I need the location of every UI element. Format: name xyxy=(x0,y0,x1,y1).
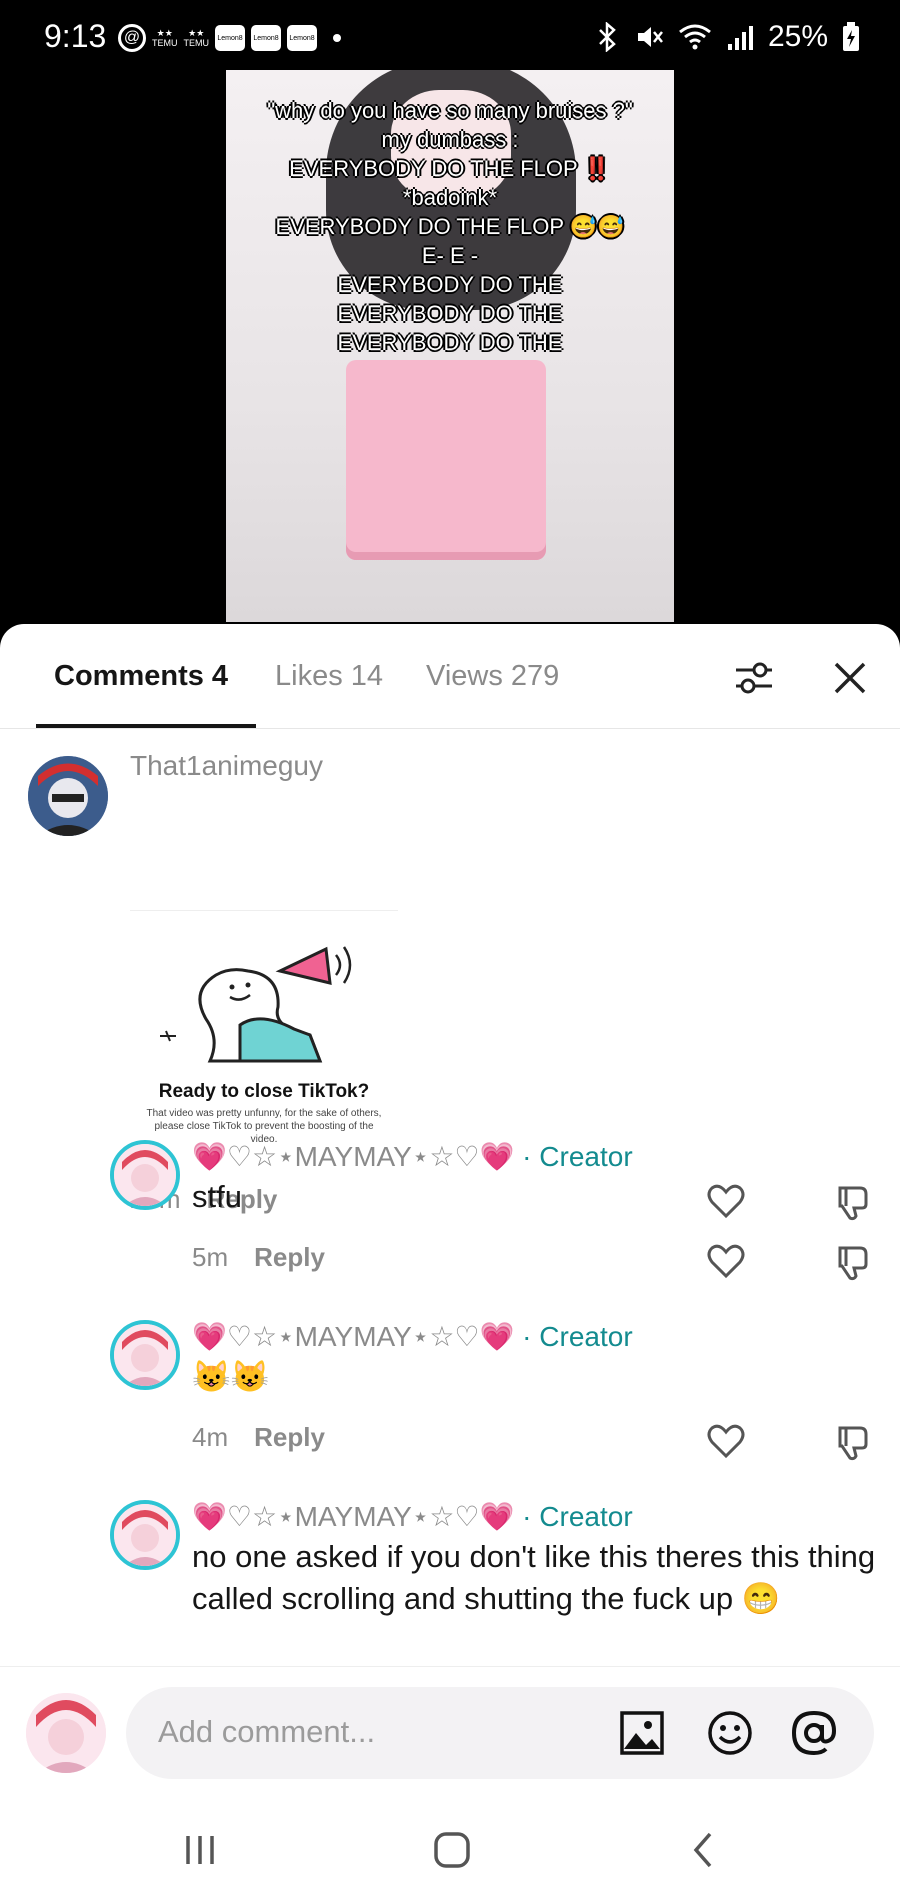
creator-badge: · Creator xyxy=(522,1501,633,1532)
comment-username[interactable]: That1animeguy xyxy=(130,750,323,782)
lemon8-icon: Lemon8 xyxy=(287,25,317,51)
comment-username[interactable]: 💗♡☆⋆MAYMAY⋆☆♡💗 · Creator xyxy=(192,1500,633,1533)
avatar-image xyxy=(114,1144,176,1206)
comment-time: 4m xyxy=(192,1422,229,1452)
comment-time: 5m xyxy=(192,1242,229,1272)
avatar[interactable] xyxy=(110,1320,180,1390)
system-icons: 25% xyxy=(594,20,860,54)
comment-item: 💗♡☆⋆MAYMAY⋆☆♡💗 · Creator stfu 5m Reply xyxy=(0,1132,900,1302)
caption-line: "why do you have so many bruises ?" xyxy=(267,98,633,123)
comment-meta: 5m Reply xyxy=(192,1242,325,1273)
video-preview[interactable]: "why do you have so many bruises ?" my d… xyxy=(226,70,674,622)
tab-bar: Comments 4 Likes 14 Views 279 xyxy=(0,624,900,729)
wifi-icon xyxy=(679,24,711,50)
avatar-image xyxy=(114,1504,176,1566)
mute-icon xyxy=(637,27,663,47)
signal-icon xyxy=(727,26,753,50)
comment-username[interactable]: 💗♡☆⋆MAYMAY⋆☆♡💗 · Creator xyxy=(192,1320,633,1353)
avatar-image xyxy=(114,1324,176,1386)
system-nav-bar xyxy=(0,1796,900,1902)
comments-sheet: Comments 4 Likes 14 Views 279 That1anime… xyxy=(0,624,900,1902)
comment-image-card[interactable]: Ready to close TikTok? That video was pr… xyxy=(130,910,398,1145)
caption-line: my dumbass : xyxy=(381,127,519,152)
comment-username[interactable]: 💗♡☆⋆MAYMAY⋆☆♡💗 · Creator xyxy=(192,1140,633,1173)
temu-icon: ★★ TEMU xyxy=(183,28,210,48)
avatar-image xyxy=(28,756,108,836)
notification-icons: @ ★★ TEMU ★★ TEMU Lemon8 Lemon8 Lemon8 xyxy=(118,24,341,52)
comment-text: stfu xyxy=(192,1179,242,1214)
temu-icon: ★★ TEMU xyxy=(152,28,178,48)
megaphone-character-illustration xyxy=(160,946,352,1063)
image-upload-icon[interactable] xyxy=(618,1709,666,1757)
reply-button[interactable]: Reply xyxy=(254,1242,325,1272)
avatar-image xyxy=(26,1693,106,1773)
comment-input-placeholder: Add comment... xyxy=(158,1714,376,1749)
recent-apps-icon[interactable] xyxy=(180,1828,224,1872)
filter-icon[interactable] xyxy=(734,658,774,698)
status-time: 9:13 xyxy=(44,18,107,54)
caption-line: EVERYBODY DO THE xyxy=(337,330,563,355)
caption-line: EVERYBODY DO THE FLOP ‼️ xyxy=(289,156,611,181)
back-icon[interactable] xyxy=(682,1828,726,1872)
current-user-avatar[interactable] xyxy=(26,1693,106,1773)
video-caption-overlay: "why do you have so many bruises ?" my d… xyxy=(226,96,674,357)
avatar[interactable] xyxy=(110,1500,180,1570)
hello-kitty-box-image xyxy=(346,360,546,560)
home-icon[interactable] xyxy=(430,1828,474,1872)
tab-views[interactable]: Views 279 xyxy=(426,660,559,693)
comment-item: 💗♡☆⋆MAYMAY⋆☆♡💗 · Creator no one asked if… xyxy=(0,1492,900,1666)
battery-charging-icon xyxy=(843,22,859,51)
caption-line: E- E - xyxy=(421,243,479,268)
comment-item: That1animeguy Ready to close TikTok? Tha… xyxy=(0,742,900,1221)
comment-input-bar: Add comment... xyxy=(0,1666,900,1797)
close-icon[interactable] xyxy=(830,658,870,698)
comment-meta: 4m Reply xyxy=(192,1422,325,1453)
mention-icon[interactable] xyxy=(790,1709,838,1757)
dislike-icon[interactable] xyxy=(832,1422,872,1462)
avatar[interactable] xyxy=(28,756,108,836)
battery-percentage: 25% xyxy=(767,20,828,53)
comment-text: no one asked if you don't like this ther… xyxy=(192,1539,876,1616)
avatar[interactable] xyxy=(110,1140,180,1210)
tab-likes[interactable]: Likes 14 xyxy=(275,660,383,693)
heart-icon[interactable] xyxy=(706,1422,746,1462)
caption-line: *badoink* xyxy=(402,185,498,210)
heart-icon[interactable] xyxy=(706,1242,746,1282)
creator-badge: · Creator xyxy=(522,1321,633,1352)
caption-line: EVERYBODY DO THE xyxy=(337,272,563,297)
reply-button[interactable]: Reply xyxy=(254,1422,325,1452)
comment-item: 💗♡☆⋆MAYMAY⋆☆♡💗 · Creator 😺😺 4m Reply xyxy=(0,1312,900,1482)
creator-badge: · Creator xyxy=(522,1141,633,1172)
lemon8-icon: Lemon8 xyxy=(215,25,245,51)
emoji-icon[interactable] xyxy=(706,1709,754,1757)
caption-line: EVERYBODY DO THE xyxy=(337,301,563,326)
bluetooth-icon xyxy=(599,22,616,52)
lemon8-icon: Lemon8 xyxy=(251,25,281,51)
comment-text: 😺😺 xyxy=(192,1359,270,1394)
comment-input[interactable]: Add comment... xyxy=(126,1687,874,1779)
tab-comments[interactable]: Comments 4 xyxy=(54,660,228,693)
active-tab-indicator xyxy=(36,724,256,728)
dislike-icon[interactable] xyxy=(832,1242,872,1282)
more-notifications-dot xyxy=(333,34,341,42)
caption-line: EVERYBODY DO THE FLOP 😅😅 xyxy=(275,214,625,239)
card-title: Ready to close TikTok? xyxy=(158,1081,370,1102)
threads-icon: @ xyxy=(118,24,146,52)
